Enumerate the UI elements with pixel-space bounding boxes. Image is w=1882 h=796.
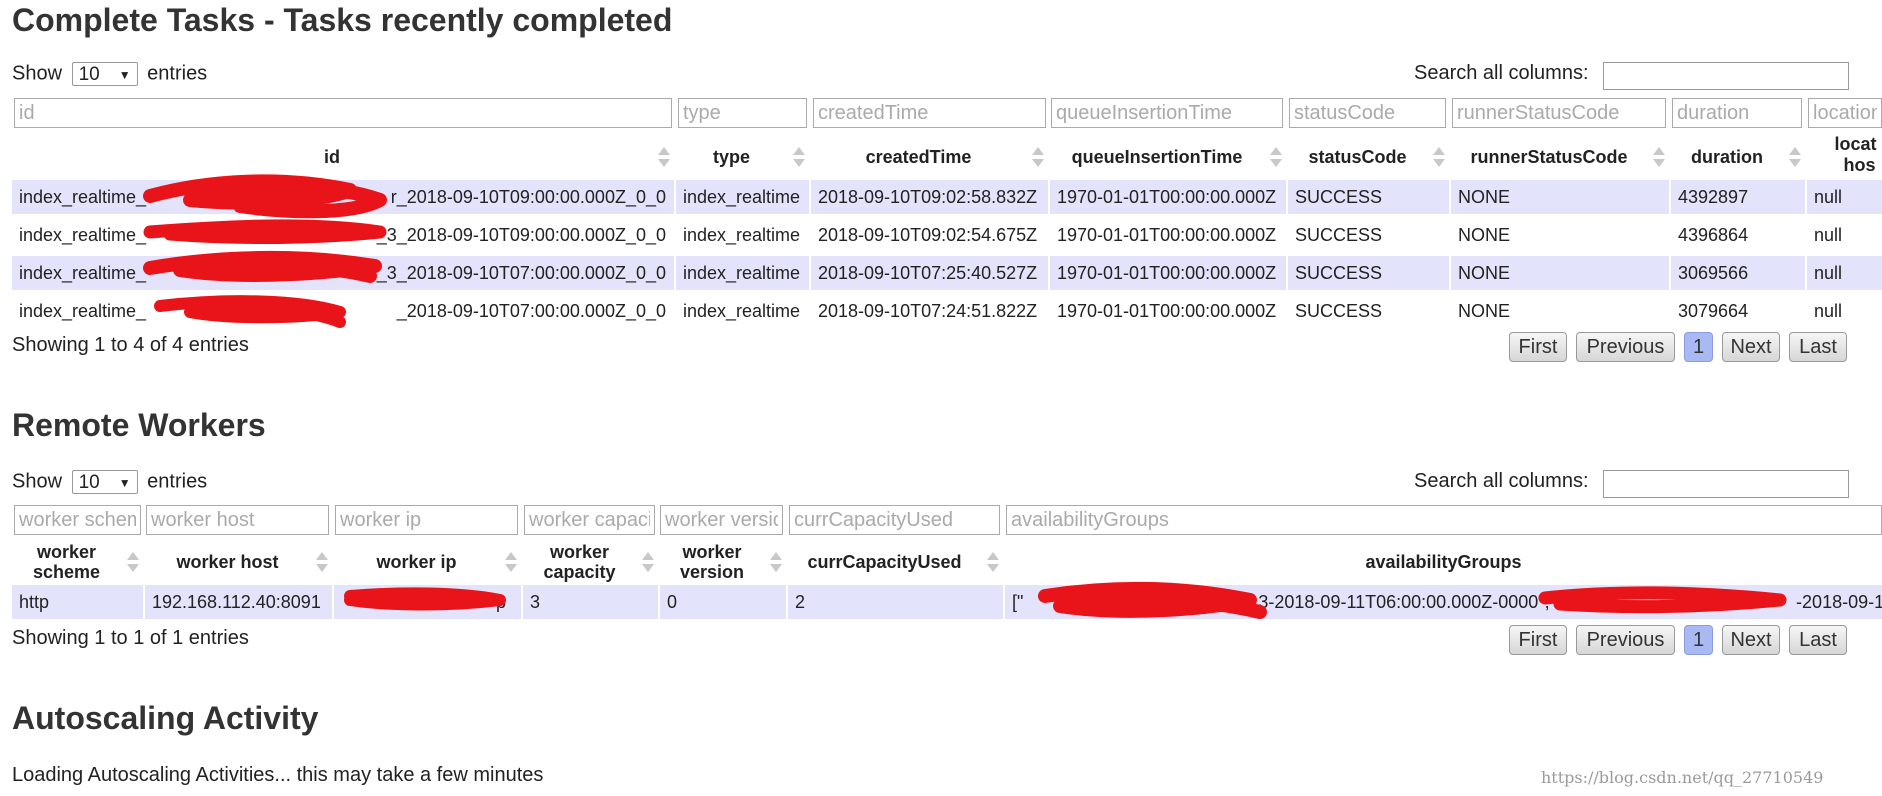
- redaction-scribbles: [143, 174, 1787, 619]
- redaction-overlay: [143, 174, 1787, 619]
